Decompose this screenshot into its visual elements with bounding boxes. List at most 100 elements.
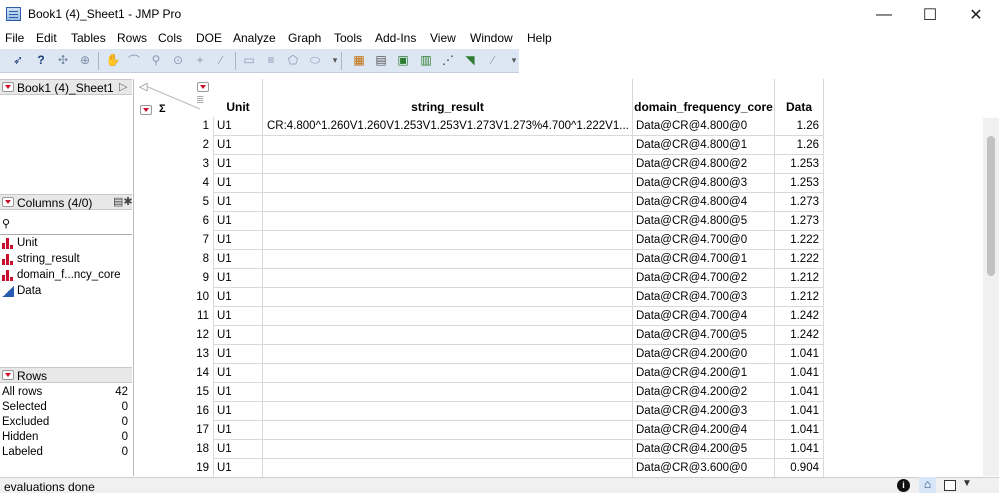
cell-string-result[interactable]: [263, 307, 633, 326]
column-item[interactable]: Unit: [2, 235, 37, 251]
column-item[interactable]: string_result: [2, 251, 80, 267]
table-row[interactable]: 11 U1 Data@CR@4.700@4 1.242: [134, 307, 824, 326]
column-item[interactable]: Data: [2, 283, 41, 299]
cell-domain-frequency-core[interactable]: Data@CR@4.800@3: [633, 174, 775, 193]
cell-domain-frequency-core[interactable]: Data@CR@4.800@1: [633, 136, 775, 155]
graph-builder-icon[interactable]: ◥: [462, 52, 478, 68]
cell-domain-frequency-core[interactable]: Data@CR@4.200@0: [633, 345, 775, 364]
table-row[interactable]: 10 U1 Data@CR@4.700@3 1.212: [134, 288, 824, 307]
brush-tool-icon[interactable]: ✣: [55, 52, 71, 68]
cell-unit[interactable]: U1: [214, 288, 263, 307]
table-row[interactable]: 1 U1 CR:4.800^1.260V1.260V1.253V1.253V1.27…: [134, 117, 824, 136]
cell-string-result[interactable]: [263, 136, 633, 155]
table-row[interactable]: 16 U1 Data@CR@4.200@3 1.041: [134, 402, 824, 421]
select-all-arrow-icon[interactable]: ◁: [139, 80, 147, 93]
dropdown-icon[interactable]: ▼: [962, 478, 972, 489]
table-row[interactable]: 14 U1 Data@CR@4.200@1 1.041: [134, 364, 824, 383]
table-row[interactable]: 18 U1 Data@CR@4.200@5 1.041: [134, 440, 824, 459]
cell-unit[interactable]: U1: [214, 269, 263, 288]
hand-tool-icon[interactable]: ✋: [105, 52, 121, 68]
cell-string-result[interactable]: [263, 288, 633, 307]
cell-unit[interactable]: U1: [214, 440, 263, 459]
cell-data[interactable]: 1.041: [775, 345, 824, 364]
zoom-tool-icon[interactable]: ⊙: [170, 52, 186, 68]
cell-domain-frequency-core[interactable]: Data@CR@4.200@5: [633, 440, 775, 459]
minimize-button[interactable]: —: [861, 0, 907, 30]
cell-string-result[interactable]: [263, 250, 633, 269]
cell-unit[interactable]: U1: [214, 231, 263, 250]
cell-unit[interactable]: U1: [214, 136, 263, 155]
bar-chart-icon[interactable]: ▥: [418, 52, 434, 68]
simple-shape-tool-icon[interactable]: ≡: [263, 52, 279, 68]
row-number[interactable]: 10: [134, 288, 214, 307]
cell-domain-frequency-core[interactable]: Data@CR@4.200@3: [633, 402, 775, 421]
cell-domain-frequency-core[interactable]: Data@CR@4.800@0: [633, 117, 775, 136]
crosshair-tool-icon[interactable]: ⊕: [77, 52, 93, 68]
info-icon[interactable]: i: [897, 479, 910, 492]
chevron-down-icon[interactable]: ▾: [506, 52, 522, 68]
table-row[interactable]: 9 U1 Data@CR@4.700@2 1.212: [134, 269, 824, 288]
cell-unit[interactable]: U1: [214, 421, 263, 440]
row-number[interactable]: 1: [134, 117, 214, 136]
cell-data[interactable]: 1.041: [775, 364, 824, 383]
table-row[interactable]: 17 U1 Data@CR@4.200@4 1.041: [134, 421, 824, 440]
menu-tools[interactable]: Tools: [334, 31, 362, 45]
table-row[interactable]: 4 U1 Data@CR@4.800@3 1.253: [134, 174, 824, 193]
ellipse-tool-icon[interactable]: ⬭: [307, 52, 323, 68]
cell-data[interactable]: 1.26: [775, 136, 824, 155]
row-number[interactable]: 5: [134, 193, 214, 212]
cell-unit[interactable]: U1: [214, 383, 263, 402]
cell-string-result[interactable]: [263, 155, 633, 174]
fit-y-by-x-icon[interactable]: ⋰: [440, 52, 456, 68]
cell-data[interactable]: 1.041: [775, 440, 824, 459]
cell-domain-frequency-core[interactable]: Data@CR@4.700@0: [633, 231, 775, 250]
cell-string-result[interactable]: [263, 193, 633, 212]
menu-window[interactable]: Window: [470, 31, 513, 45]
close-button[interactable]: ✕: [953, 0, 999, 30]
scrollbar-thumb[interactable]: [987, 136, 995, 276]
cell-domain-frequency-core[interactable]: Data@CR@4.700@3: [633, 288, 775, 307]
collapse-arrow-icon[interactable]: ▷: [119, 80, 127, 93]
row-number[interactable]: 19: [134, 459, 214, 478]
cell-data[interactable]: 1.041: [775, 402, 824, 421]
table-row[interactable]: 7 U1 Data@CR@4.700@0 1.222: [134, 231, 824, 250]
row-number[interactable]: 14: [134, 364, 214, 383]
cell-data[interactable]: 1.273: [775, 193, 824, 212]
cell-domain-frequency-core[interactable]: Data@CR@4.200@1: [633, 364, 775, 383]
cell-string-result[interactable]: [263, 212, 633, 231]
cell-domain-frequency-core[interactable]: Data@CR@4.700@4: [633, 307, 775, 326]
cell-string-result[interactable]: [263, 269, 633, 288]
menu-cols[interactable]: Cols: [158, 31, 182, 45]
cell-string-result[interactable]: [263, 174, 633, 193]
cell-string-result[interactable]: [263, 402, 633, 421]
cell-domain-frequency-core[interactable]: Data@CR@3.600@0: [633, 459, 775, 478]
cell-unit[interactable]: U1: [214, 345, 263, 364]
table-row[interactable]: 15 U1 Data@CR@4.200@2 1.041: [134, 383, 824, 402]
cell-domain-frequency-core[interactable]: Data@CR@4.200@4: [633, 421, 775, 440]
calculator-icon[interactable]: ▤: [373, 52, 389, 68]
cell-string-result[interactable]: [263, 383, 633, 402]
menu-edit[interactable]: Edit: [36, 31, 57, 45]
column-search-input[interactable]: ⚲: [0, 215, 132, 235]
row-number[interactable]: 4: [134, 174, 214, 193]
cell-data[interactable]: 1.222: [775, 250, 824, 269]
row-number[interactable]: 8: [134, 250, 214, 269]
cell-unit[interactable]: U1: [214, 117, 263, 136]
line-tool-icon[interactable]: ∕: [213, 52, 229, 68]
row-number[interactable]: 7: [134, 231, 214, 250]
cell-string-result[interactable]: [263, 231, 633, 250]
table-row[interactable]: 12 U1 Data@CR@4.700@5 1.242: [134, 326, 824, 345]
row-number[interactable]: 17: [134, 421, 214, 440]
vertical-scrollbar[interactable]: [983, 118, 999, 476]
cell-domain-frequency-core[interactable]: Data@CR@4.700@2: [633, 269, 775, 288]
table-panel-header[interactable]: Book1 (4)_Sheet1 ▷: [0, 79, 132, 95]
cell-data[interactable]: 1.273: [775, 212, 824, 231]
cell-domain-frequency-core[interactable]: Data@CR@4.700@5: [633, 326, 775, 345]
red-triangle-menu-icon[interactable]: [2, 197, 14, 207]
row-number[interactable]: 11: [134, 307, 214, 326]
red-triangle-menu-icon[interactable]: [2, 82, 14, 92]
cell-data[interactable]: 1.253: [775, 155, 824, 174]
cell-unit[interactable]: U1: [214, 402, 263, 421]
cell-data[interactable]: 1.041: [775, 421, 824, 440]
home-icon[interactable]: ⌂: [919, 477, 936, 493]
